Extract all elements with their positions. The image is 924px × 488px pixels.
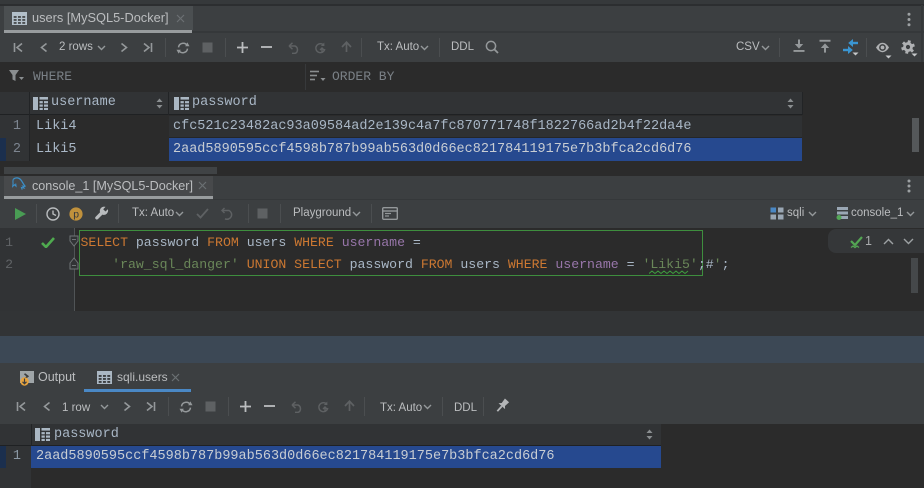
svg-text:p: p [73,210,79,221]
